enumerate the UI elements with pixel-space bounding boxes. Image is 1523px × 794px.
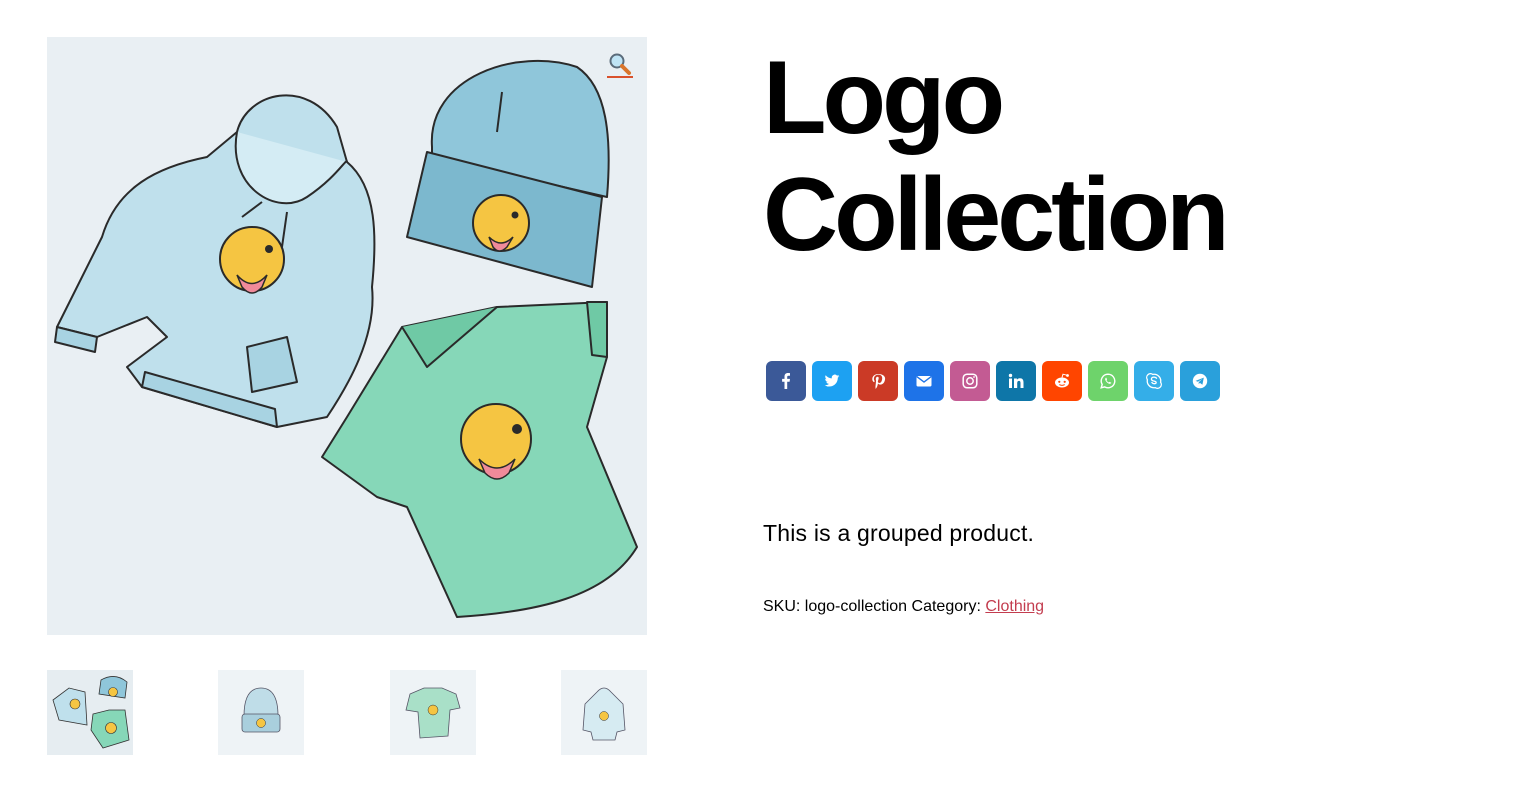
category-link-clothing[interactable]: Clothing bbox=[985, 598, 1044, 615]
twitter-icon bbox=[824, 374, 840, 387]
share-skype-button[interactable] bbox=[1134, 361, 1174, 401]
telegram-icon bbox=[1192, 373, 1208, 389]
share-whatsapp-button[interactable] bbox=[1088, 361, 1128, 401]
share-telegram-button[interactable] bbox=[1180, 361, 1220, 401]
thumbnail-tshirt[interactable] bbox=[390, 670, 476, 755]
product-short-description: This is a grouped product. bbox=[763, 520, 1035, 546]
skype-icon bbox=[1146, 373, 1162, 389]
category-label: Category: bbox=[911, 598, 981, 615]
linkedin-icon bbox=[1008, 373, 1024, 388]
facebook-icon bbox=[782, 373, 790, 389]
clothing-illustration bbox=[54, 59, 638, 618]
whatsapp-icon bbox=[1100, 373, 1116, 389]
product-title-line-1: Logo bbox=[763, 40, 1005, 156]
share-pinterest-button[interactable] bbox=[858, 361, 898, 401]
magnifier-icon bbox=[608, 52, 632, 76]
share-email-button[interactable] bbox=[904, 361, 944, 401]
product-title-line-2: Collection bbox=[763, 157, 1230, 273]
share-twitter-button[interactable] bbox=[812, 361, 852, 401]
thumbnail-beanie[interactable] bbox=[218, 670, 304, 755]
sku-value: logo-collection bbox=[804, 598, 908, 615]
share-reddit-button[interactable] bbox=[1042, 361, 1082, 401]
share-linkedin-button[interactable] bbox=[996, 361, 1036, 401]
pinterest-icon bbox=[872, 374, 886, 389]
envelope-icon bbox=[916, 376, 932, 387]
sku-label: SKU: bbox=[763, 598, 801, 615]
thumbnail-logo-collection[interactable] bbox=[47, 670, 133, 755]
thumbnail-strip bbox=[47, 670, 647, 755]
instagram-icon bbox=[962, 373, 978, 389]
product-meta: SKU: logo-collection Category: Clothing bbox=[763, 598, 1044, 616]
reddit-icon bbox=[1055, 373, 1069, 388]
thumbnail-hoodie[interactable] bbox=[561, 670, 647, 755]
product-title: Logo Collection bbox=[763, 40, 1483, 274]
main-product-image[interactable] bbox=[47, 37, 647, 635]
zoom-button[interactable] bbox=[605, 49, 635, 79]
social-share-bar bbox=[766, 361, 1220, 401]
product-gallery bbox=[47, 37, 647, 755]
share-facebook-button[interactable] bbox=[766, 361, 806, 401]
share-instagram-button[interactable] bbox=[950, 361, 990, 401]
product-summary: Logo Collection This is a grouped produc… bbox=[763, 40, 1483, 615]
